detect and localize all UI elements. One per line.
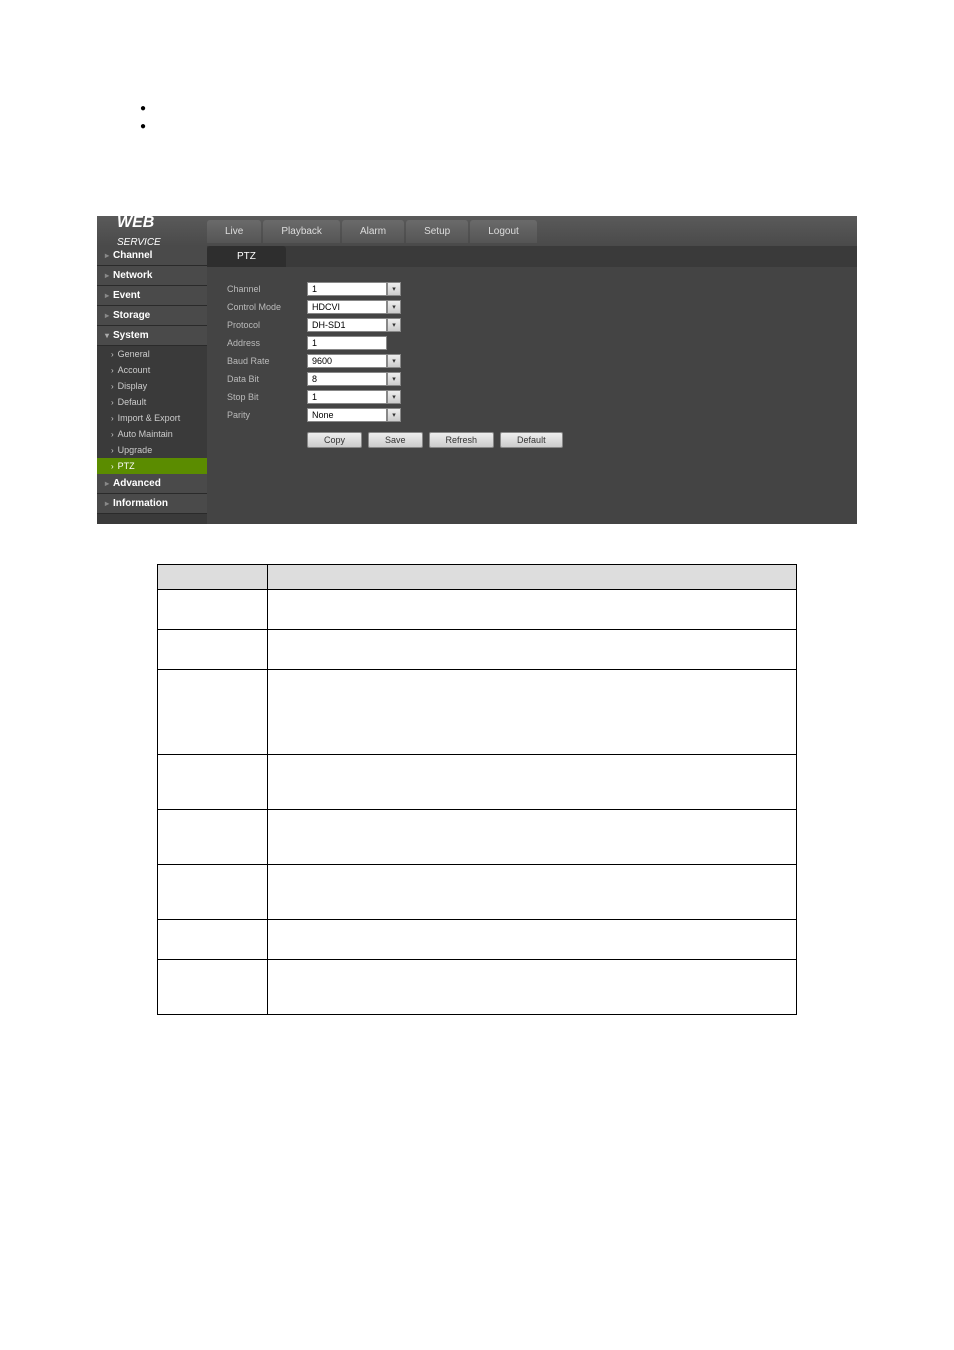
sidebar-item-account[interactable]: ›Account <box>97 362 207 378</box>
sidebar-section-channel[interactable]: ▸Channel <box>97 246 207 266</box>
data-bit-select[interactable] <box>307 372 387 386</box>
sidebar-item-import-export[interactable]: ›Import & Export <box>97 410 207 426</box>
sidebar-item-auto-maintain[interactable]: ›Auto Maintain <box>97 426 207 442</box>
nav-tab-playback[interactable]: Playback <box>263 220 340 243</box>
chevron-right-icon: ▸ <box>105 291 109 300</box>
chevron-right-icon: › <box>111 430 114 439</box>
bullet-1: ● <box>140 100 914 118</box>
copy-button[interactable]: Copy <box>307 432 362 448</box>
nav-tabs: Live Playback Alarm Setup Logout <box>207 220 537 243</box>
table-cell <box>268 630 797 670</box>
table-cell <box>268 865 797 920</box>
dropdown-icon[interactable]: ▾ <box>387 354 401 368</box>
chevron-right-icon: ▸ <box>105 499 109 508</box>
table-cell <box>158 865 268 920</box>
chevron-right-icon: › <box>111 398 114 407</box>
sidebar-item-default[interactable]: ›Default <box>97 394 207 410</box>
sidebar-item-display[interactable]: ›Display <box>97 378 207 394</box>
nav-tab-logout[interactable]: Logout <box>470 220 537 243</box>
table-cell <box>158 920 268 960</box>
table-cell <box>268 920 797 960</box>
sidebar-item-general[interactable]: ›General <box>97 346 207 362</box>
sidebar-section-storage[interactable]: ▸Storage <box>97 306 207 326</box>
chevron-right-icon: › <box>111 414 114 423</box>
table-header-param <box>158 565 268 590</box>
sidebar-item-ptz[interactable]: ›PTZ <box>97 458 207 474</box>
chevron-right-icon: ▸ <box>105 251 109 260</box>
protocol-select[interactable] <box>307 318 387 332</box>
sidebar-section-event[interactable]: ▸Event <box>97 286 207 306</box>
parity-select[interactable] <box>307 408 387 422</box>
table-cell <box>158 755 268 810</box>
dropdown-icon[interactable]: ▾ <box>387 390 401 404</box>
label-control-mode: Control Mode <box>227 302 307 312</box>
chevron-right-icon: › <box>111 446 114 455</box>
table-cell <box>158 630 268 670</box>
nav-tab-setup[interactable]: Setup <box>406 220 468 243</box>
dropdown-icon[interactable]: ▾ <box>387 282 401 296</box>
table-cell <box>268 670 797 755</box>
sidebar-section-system[interactable]: ▾System <box>97 326 207 346</box>
app-window: WEB SERVICE Live Playback Alarm Setup Lo… <box>97 216 857 524</box>
chevron-right-icon: › <box>111 382 114 391</box>
chevron-right-icon: › <box>111 462 114 471</box>
dropdown-icon[interactable]: ▾ <box>387 372 401 386</box>
default-button[interactable]: Default <box>500 432 563 448</box>
nav-tab-live[interactable]: Live <box>207 220 261 243</box>
channel-select[interactable] <box>307 282 387 296</box>
chevron-right-icon: ▸ <box>105 271 109 280</box>
save-button[interactable]: Save <box>368 432 423 448</box>
chevron-down-icon: ▾ <box>105 331 109 340</box>
refresh-button[interactable]: Refresh <box>429 432 495 448</box>
label-baud-rate: Baud Rate <box>227 356 307 366</box>
dropdown-icon[interactable]: ▾ <box>387 318 401 332</box>
label-stop-bit: Stop Bit <box>227 392 307 402</box>
table-cell <box>158 960 268 1015</box>
app-header: WEB SERVICE Live Playback Alarm Setup Lo… <box>97 216 857 246</box>
label-channel: Channel <box>227 284 307 294</box>
label-address: Address <box>227 338 307 348</box>
chevron-right-icon: › <box>111 366 114 375</box>
logo: WEB SERVICE <box>97 214 207 248</box>
table-cell <box>268 755 797 810</box>
chevron-right-icon: › <box>111 350 114 359</box>
baud-rate-select[interactable] <box>307 354 387 368</box>
table-cell <box>268 810 797 865</box>
label-data-bit: Data Bit <box>227 374 307 384</box>
dropdown-icon[interactable]: ▾ <box>387 408 401 422</box>
table-cell <box>158 590 268 630</box>
content-area: PTZ Channel ▾ Control Mode ▾ <box>207 246 857 524</box>
sidebar-section-network[interactable]: ▸Network <box>97 266 207 286</box>
table-cell <box>158 670 268 755</box>
label-parity: Parity <box>227 410 307 420</box>
table-cell <box>268 590 797 630</box>
chevron-right-icon: ▸ <box>105 311 109 320</box>
bullet-2: ● <box>140 118 914 136</box>
nav-tab-alarm[interactable]: Alarm <box>342 220 404 243</box>
content-tab-ptz[interactable]: PTZ <box>207 246 286 267</box>
sidebar-section-information[interactable]: ▸Information <box>97 494 207 514</box>
table-cell <box>268 960 797 1015</box>
control-mode-select[interactable] <box>307 300 387 314</box>
stop-bit-select[interactable] <box>307 390 387 404</box>
table-cell <box>158 810 268 865</box>
sidebar-section-advanced[interactable]: ▸Advanced <box>97 474 207 494</box>
sidebar: ▸Channel ▸Network ▸Event ▸Storage ▾Syste… <box>97 246 207 524</box>
table-header-func <box>268 565 797 590</box>
sidebar-item-upgrade[interactable]: ›Upgrade <box>97 442 207 458</box>
dropdown-icon[interactable]: ▾ <box>387 300 401 314</box>
param-table <box>157 564 797 1015</box>
chevron-right-icon: ▸ <box>105 479 109 488</box>
address-input[interactable] <box>307 336 387 350</box>
label-protocol: Protocol <box>227 320 307 330</box>
